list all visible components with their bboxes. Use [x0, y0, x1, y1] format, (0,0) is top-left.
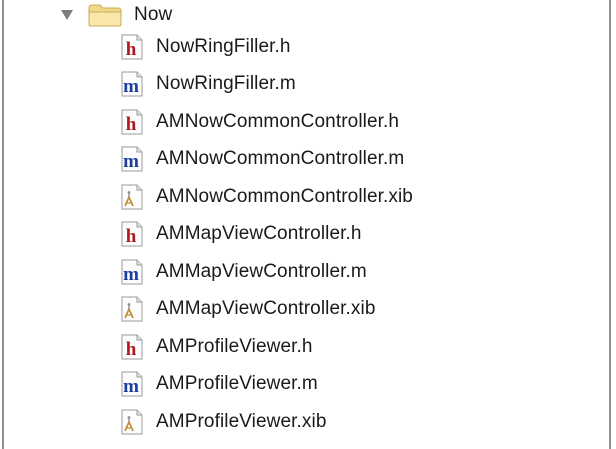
navigator-right-border [609, 0, 611, 449]
file-row[interactable]: h AMProfileViewer.h [120, 328, 413, 366]
implementation-file-icon: m [120, 146, 144, 172]
file-row[interactable]: AMNowCommonController.xib [120, 178, 413, 216]
file-name: AMNowCommonController.xib [156, 185, 413, 207]
disclosure-triangle-down-icon[interactable] [60, 8, 74, 22]
folder-icon [88, 3, 122, 27]
file-name: NowRingFiller.h [156, 35, 291, 57]
file-row[interactable]: h AMMapViewController.h [120, 216, 413, 254]
file-row[interactable]: h AMNowCommonController.h [120, 103, 413, 141]
file-row[interactable]: m AMProfileViewer.m [120, 366, 413, 404]
file-row[interactable]: h NowRingFiller.h [120, 28, 413, 66]
file-row[interactable]: m AMMapViewController.m [120, 253, 413, 291]
svg-text:m: m [123, 264, 139, 285]
implementation-file-icon: m [120, 259, 144, 285]
implementation-file-icon: m [120, 71, 144, 97]
file-name: NowRingFiller.m [156, 73, 296, 95]
file-name: AMMapViewController.h [156, 223, 362, 245]
file-name: AMNowCommonController.m [156, 148, 405, 170]
header-file-icon: h [120, 221, 144, 247]
file-row[interactable]: m AMNowCommonController.m [120, 141, 413, 179]
file-name: AMProfileViewer.h [156, 335, 313, 357]
svg-text:m: m [123, 376, 139, 397]
svg-text:m: m [123, 76, 139, 97]
file-name: AMMapViewController.m [156, 260, 367, 282]
project-navigator: Now h NowRingFiller.h m NowRingFiller.m h AMN… [0, 0, 616, 449]
file-name: AMNowCommonController.h [156, 110, 400, 132]
group-row-now[interactable]: Now [60, 0, 172, 30]
file-row[interactable]: m NowRingFiller.m [120, 66, 413, 104]
file-name: AMMapViewController.xib [156, 298, 376, 320]
group-label: Now [134, 4, 173, 25]
file-name: AMProfileViewer.xib [156, 410, 327, 432]
interface-builder-file-icon [120, 184, 144, 210]
svg-text:h: h [126, 226, 137, 247]
header-file-icon: h [120, 34, 144, 60]
implementation-file-icon: m [120, 371, 144, 397]
file-row[interactable]: AMMapViewController.xib [120, 291, 413, 329]
svg-text:h: h [126, 339, 137, 360]
navigator-left-border [2, 0, 4, 449]
svg-text:h: h [126, 114, 137, 135]
interface-builder-file-icon [120, 409, 144, 435]
header-file-icon: h [120, 334, 144, 360]
svg-text:h: h [126, 39, 137, 60]
file-name: AMProfileViewer.m [156, 373, 318, 395]
file-row[interactable]: AMProfileViewer.xib [120, 403, 413, 441]
svg-text:m: m [123, 151, 139, 172]
file-list: h NowRingFiller.h m NowRingFiller.m h AMNowCo… [120, 28, 413, 441]
header-file-icon: h [120, 109, 144, 135]
interface-builder-file-icon [120, 296, 144, 322]
